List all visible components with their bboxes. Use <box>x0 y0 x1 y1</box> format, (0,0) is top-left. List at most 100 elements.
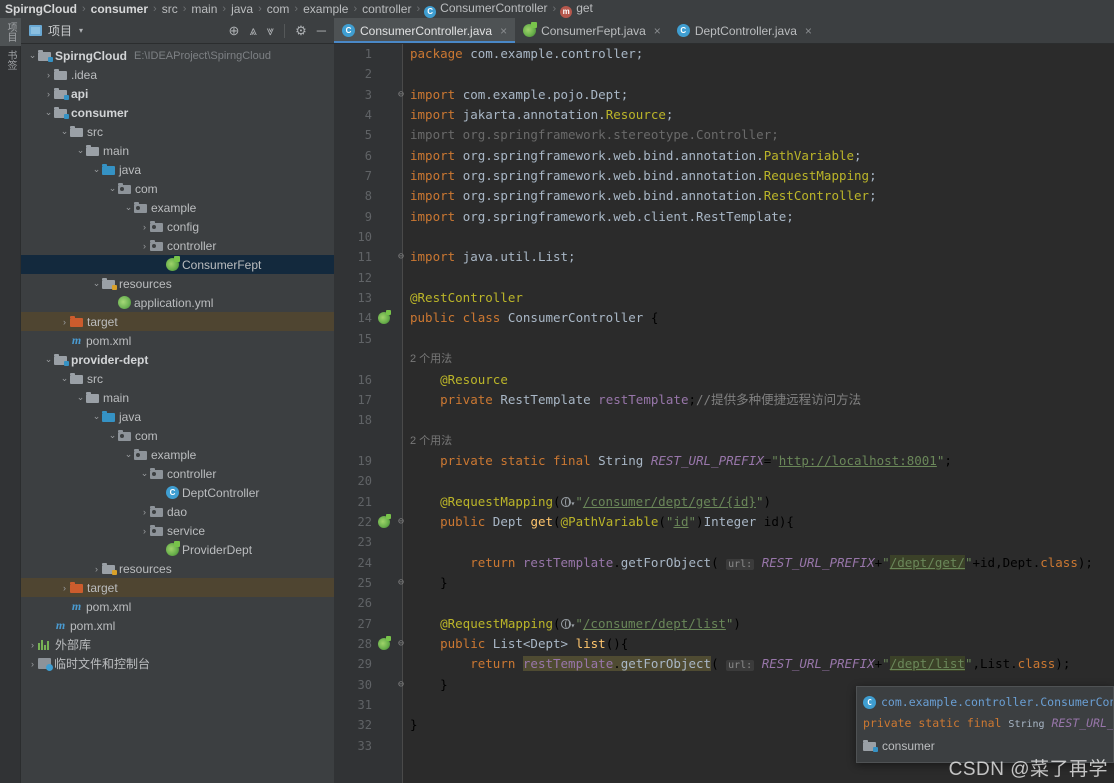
tree-node-pom-consumer[interactable]: ›m pom.xml <box>21 331 334 350</box>
tree-node-resources-consumer[interactable]: ⌄ resources <box>21 274 334 293</box>
expand-all-icon[interactable]: ⩓ <box>249 24 256 37</box>
breadcrumb-item-src[interactable]: src <box>161 2 179 16</box>
tree-node-pom-root[interactable]: ›m pom.xml <box>21 616 334 635</box>
chevron-right-icon[interactable]: › <box>43 89 54 99</box>
tree-node-scratches[interactable]: › 临时文件和控制台 <box>21 654 334 673</box>
chevron-down-icon[interactable]: ⌄ <box>139 468 150 479</box>
fold-toggle-icon[interactable]: ⊖ <box>398 577 404 588</box>
chevron-down-icon[interactable]: ⌄ <box>91 278 102 289</box>
chevron-down-icon[interactable]: ⌄ <box>123 202 134 213</box>
fold-toggle-icon[interactable]: ⊖ <box>398 638 404 649</box>
tree-node-controller[interactable]: › controller <box>21 236 334 255</box>
chevron-down-icon[interactable]: ▾ <box>79 26 83 35</box>
close-icon[interactable]: × <box>654 24 661 38</box>
tool-window-project[interactable]: 项目 <box>0 18 21 46</box>
chevron-right-icon[interactable]: › <box>155 488 166 498</box>
tree-node-pom-provider[interactable]: ›m pom.xml <box>21 597 334 616</box>
project-tree[interactable]: ⌄ SpirngCloud E:\IDEAProject\SpirngCloud ›.… <box>21 44 334 783</box>
chevron-right-icon[interactable]: › <box>59 317 70 327</box>
tree-node-main[interactable]: ⌄ main <box>21 141 334 160</box>
tree-node-java[interactable]: ⌄ java <box>21 160 334 179</box>
tree-node-dao[interactable]: › dao <box>21 502 334 521</box>
tree-node-service[interactable]: › service <box>21 521 334 540</box>
tree-node-src[interactable]: ⌄ src <box>21 122 334 141</box>
chevron-down-icon[interactable]: ⌄ <box>91 164 102 175</box>
chevron-down-icon[interactable]: ⌄ <box>75 145 86 156</box>
chevron-right-icon[interactable]: › <box>139 241 150 251</box>
chevron-right-icon[interactable]: › <box>107 298 118 308</box>
chevron-right-icon[interactable]: › <box>155 260 166 270</box>
breadcrumb-item-java[interactable]: java <box>230 2 254 16</box>
run-gutter-icon[interactable] <box>378 310 391 325</box>
chevron-down-icon[interactable]: ⌄ <box>43 107 54 118</box>
tree-node-com-provider[interactable]: ⌄ com <box>21 426 334 445</box>
breadcrumb-item-com[interactable]: com <box>266 2 291 16</box>
fold-toggle-icon[interactable]: ⊖ <box>398 89 404 100</box>
tree-node-config[interactable]: › config <box>21 217 334 236</box>
chevron-down-icon[interactable]: ⌄ <box>59 373 70 384</box>
tool-window-bookmarks[interactable]: 书签 <box>0 46 21 74</box>
documentation-popup[interactable]: C com.example.controller.ConsumerContr p… <box>856 686 1114 763</box>
tree-node-spirngcloud[interactable]: ⌄ SpirngCloud E:\IDEAProject\SpirngCloud <box>21 46 334 65</box>
chevron-right-icon[interactable]: › <box>91 564 102 574</box>
fold-toggle-icon[interactable]: ⊖ <box>398 516 404 527</box>
breadcrumb-item-consumer[interactable]: consumer <box>90 2 149 16</box>
chevron-right-icon[interactable]: › <box>43 70 54 80</box>
tree-node-provider-dept[interactable]: ⌄ provider-dept <box>21 350 334 369</box>
tab-deptcontroller[interactable]: C DeptController.java × <box>669 18 820 43</box>
tab-consumercontroller[interactable]: C ConsumerController.java × <box>334 18 516 43</box>
breadcrumb-item-consumercontroller[interactable]: C ConsumerController <box>424 1 548 18</box>
chevron-right-icon[interactable]: › <box>27 659 38 669</box>
tree-node-com[interactable]: ⌄ com <box>21 179 334 198</box>
close-icon[interactable]: × <box>805 24 812 38</box>
chevron-down-icon[interactable]: ⌄ <box>107 183 118 194</box>
chevron-right-icon[interactable]: › <box>59 583 70 593</box>
web-endpoint-icon[interactable] <box>560 496 571 507</box>
chevron-right-icon[interactable]: › <box>155 545 166 555</box>
tree-node-controller-provider[interactable]: ⌄ controller <box>21 464 334 483</box>
settings-gear-icon[interactable]: ⚙ <box>295 24 307 37</box>
breadcrumb-item-main[interactable]: main <box>190 2 218 16</box>
chevron-down-icon[interactable]: ⌄ <box>123 449 134 460</box>
chevron-right-icon[interactable]: › <box>139 222 150 232</box>
tree-node-src-provider[interactable]: ⌄ src <box>21 369 334 388</box>
run-gutter-icon[interactable] <box>378 513 391 528</box>
tree-node-target-consumer[interactable]: › target <box>21 312 334 331</box>
chevron-right-icon[interactable]: › <box>139 507 150 517</box>
tab-consumerfept[interactable]: ConsumerFept.java × <box>515 18 669 43</box>
chevron-right-icon[interactable]: › <box>59 336 70 346</box>
chevron-down-icon[interactable]: ⌄ <box>75 392 86 403</box>
tree-node-main-provider[interactable]: ⌄ main <box>21 388 334 407</box>
tree-node-consumerfept[interactable]: › ConsumerFept <box>21 255 334 274</box>
breadcrumb-item-get[interactable]: m get <box>560 1 594 18</box>
chevron-down-icon[interactable]: ⌄ <box>43 354 54 365</box>
tree-node-example-provider[interactable]: ⌄ example <box>21 445 334 464</box>
chevron-right-icon[interactable]: › <box>59 602 70 612</box>
fold-toggle-icon[interactable]: ⊖ <box>398 679 404 690</box>
tree-node-target-provider[interactable]: › target <box>21 578 334 597</box>
web-endpoint-icon[interactable] <box>560 618 571 629</box>
breadcrumb-item-example[interactable]: example <box>302 2 349 16</box>
tree-node-deptcontroller[interactable]: ›CDeptController <box>21 483 334 502</box>
hide-panel-icon[interactable]: ─ <box>317 24 326 37</box>
tree-node-external-libraries[interactable]: › 外部库 <box>21 635 334 654</box>
breadcrumb-item-spirngcloud[interactable]: SpirngCloud <box>4 2 78 16</box>
chevron-right-icon[interactable]: › <box>27 640 38 650</box>
tree-node-application-yml[interactable]: › application.yml <box>21 293 334 312</box>
tree-node-java-provider[interactable]: ⌄ java <box>21 407 334 426</box>
fold-toggle-icon[interactable]: ⊖ <box>398 252 404 262</box>
chevron-down-icon[interactable]: ⌄ <box>107 430 118 441</box>
chevron-right-icon[interactable]: › <box>43 621 54 631</box>
tree-node-resources-provider[interactable]: › resources <box>21 559 334 578</box>
collapse-all-icon[interactable]: ⩔ <box>267 24 274 37</box>
locate-icon[interactable]: ⊕ <box>229 24 240 37</box>
chevron-down-icon[interactable]: ⌄ <box>59 126 70 137</box>
tree-node-providerdept[interactable]: › ProviderDept <box>21 540 334 559</box>
breadcrumb-item-controller[interactable]: controller <box>361 2 412 16</box>
tree-node-example[interactable]: ⌄ example <box>21 198 334 217</box>
tree-node-consumer[interactable]: ⌄ consumer <box>21 103 334 122</box>
usage-inlay-hint[interactable]: 2 个用法 <box>410 349 452 369</box>
chevron-right-icon[interactable]: › <box>139 526 150 536</box>
chevron-down-icon[interactable]: ⌄ <box>91 411 102 422</box>
chevron-down-icon[interactable]: ⌄ <box>27 50 38 61</box>
